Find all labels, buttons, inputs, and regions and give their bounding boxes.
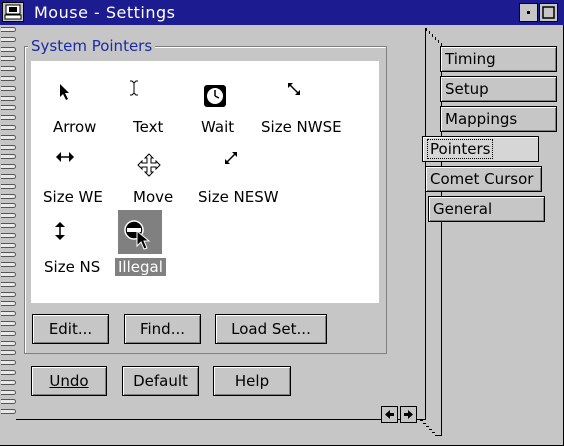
clock-icon: [204, 85, 226, 107]
size-we-icon: [56, 152, 74, 162]
find-button[interactable]: Find...: [124, 314, 201, 344]
spiral-ring: [1, 134, 16, 140]
title-bar[interactable]: Mouse - Settings: [0, 0, 564, 25]
spiral-ring: [1, 281, 16, 287]
text-ibeam-icon: [130, 80, 138, 96]
default-button[interactable]: Default: [122, 366, 199, 396]
spiral-ring: [1, 203, 16, 209]
spiral-ring: [1, 174, 16, 179]
spiral-ring: [1, 321, 16, 326]
spiral-ring: [1, 291, 16, 297]
pointer-label: Arrow: [53, 118, 97, 136]
size-nwse-icon: [288, 83, 300, 95]
tab-label: Setup: [445, 80, 489, 98]
spiral-ring: [1, 409, 16, 415]
tab-label: General: [433, 200, 493, 218]
arrow-right-icon: [404, 410, 413, 419]
size-ns-icon: [55, 222, 65, 240]
illegal-icon: [124, 220, 151, 250]
arrow-pointer-icon: [60, 84, 69, 100]
window-title: Mouse - Settings: [34, 3, 176, 22]
settings-window: Mouse - Settings System Pointers Arrow T…: [0, 0, 564, 446]
spiral-ring: [1, 252, 16, 258]
pointer-label: Size NS: [44, 258, 101, 276]
spiral-ring: [1, 223, 16, 228]
undo-button[interactable]: Undo: [31, 366, 107, 396]
pointer-label: Move: [133, 188, 174, 206]
previous-page-button[interactable]: [381, 406, 398, 423]
tab-comet-cursor[interactable]: Comet Cursor: [425, 166, 542, 192]
spiral-ring: [1, 379, 16, 385]
size-nesw-icon: [225, 152, 237, 164]
spiral-ring: [1, 115, 16, 121]
spiral-ring: [1, 272, 16, 277]
help-button[interactable]: Help: [213, 366, 291, 396]
tab-label: Mappings: [445, 110, 518, 128]
pointer-label: Text: [133, 118, 164, 136]
spiral-ring: [1, 350, 16, 356]
spiral-ring: [1, 232, 16, 238]
tab-setup[interactable]: Setup: [440, 76, 557, 102]
minimize-button[interactable]: [519, 3, 538, 22]
spiral-ring: [1, 193, 16, 199]
pointer-label: Size NWSE: [261, 118, 342, 136]
system-menu-icon[interactable]: [2, 2, 24, 22]
tab-timing[interactable]: Timing: [440, 46, 557, 72]
spiral-ring: [1, 105, 16, 111]
spiral-ring: [1, 66, 16, 72]
spiral-ring: [1, 183, 16, 189]
pointer-list[interactable]: Arrow Text Wait Size NWSE Size WE Move S…: [31, 61, 379, 303]
spiral-ring: [1, 311, 16, 317]
spiral-ring: [1, 144, 16, 150]
pointer-label: Illegal: [115, 258, 166, 276]
edit-button[interactable]: Edit...: [32, 314, 109, 344]
spiral-ring: [1, 56, 16, 62]
spiral-ring: [1, 164, 16, 170]
move-icon: [137, 153, 161, 177]
spiral-ring: [1, 340, 16, 346]
spiral-ring: [1, 262, 16, 268]
spiral-ring: [1, 154, 16, 160]
spiral-ring: [1, 389, 16, 395]
spiral-ring: [1, 95, 16, 101]
spiral-ring: [1, 125, 16, 130]
maximize-button[interactable]: [539, 3, 558, 22]
spiral-ring: [1, 360, 16, 366]
spiral-ring: [1, 27, 16, 32]
tab-mappings[interactable]: Mappings: [440, 106, 557, 132]
spiral-ring: [1, 213, 16, 219]
tab-label: Timing: [445, 50, 496, 68]
pointer-label: Wait: [201, 118, 235, 136]
group-label: System Pointers: [28, 37, 156, 55]
tab-label: Pointers: [427, 139, 494, 159]
spiral-ring: [1, 85, 16, 91]
tab-pointers[interactable]: Pointers: [422, 136, 539, 162]
spiral-ring: [1, 399, 16, 405]
pointer-label: Size WE: [43, 188, 103, 206]
tab-label: Comet Cursor: [430, 170, 534, 188]
pointer-label: Size NESW: [198, 188, 279, 206]
spiral-ring: [1, 76, 16, 81]
spiral-ring: [1, 301, 16, 307]
spiral-ring: [1, 46, 16, 52]
spiral-ring: [1, 242, 16, 248]
next-page-button[interactable]: [400, 406, 417, 423]
spiral-ring: [1, 330, 16, 336]
load-set-button[interactable]: Load Set...: [215, 314, 327, 344]
spiral-ring: [1, 370, 16, 375]
spiral-ring: [1, 36, 16, 42]
arrow-left-icon: [385, 410, 394, 419]
tab-general[interactable]: General: [428, 196, 545, 222]
